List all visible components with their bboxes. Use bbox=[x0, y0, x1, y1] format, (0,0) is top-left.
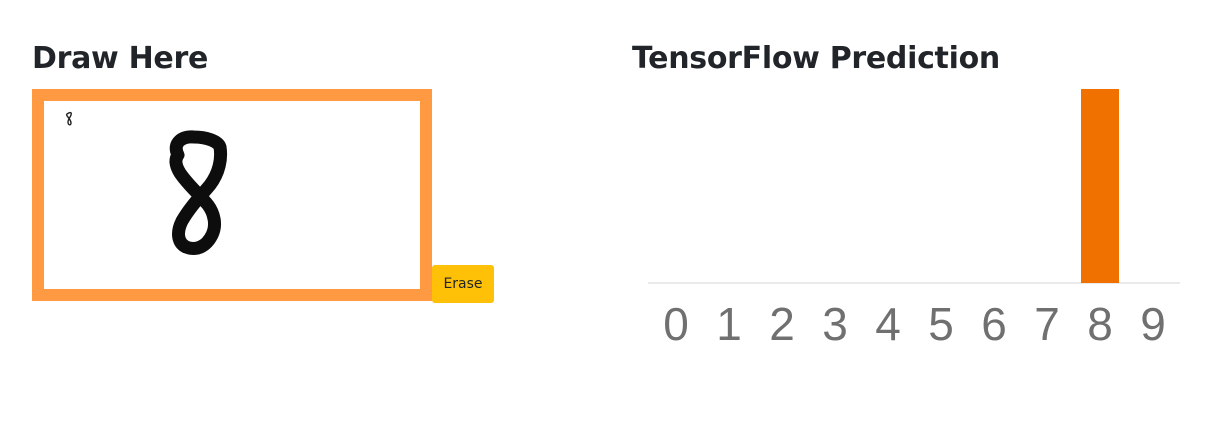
prediction-chart: 0123456789 bbox=[648, 84, 1188, 354]
tick-label-2: 2 bbox=[769, 298, 795, 350]
tick-label-7: 7 bbox=[1034, 298, 1060, 350]
tick-label-6: 6 bbox=[981, 298, 1007, 350]
tick-label-4: 4 bbox=[875, 298, 901, 350]
tick-label-8: 8 bbox=[1087, 298, 1113, 350]
drawn-stroke bbox=[169, 130, 228, 255]
prediction-panel-title: TensorFlow Prediction bbox=[632, 41, 1000, 76]
tick-label-0: 0 bbox=[663, 298, 689, 350]
tick-label-1: 1 bbox=[716, 298, 742, 350]
thumbnail-digit bbox=[65, 111, 72, 126]
tick-label-3: 3 bbox=[822, 298, 848, 350]
tick-label-5: 5 bbox=[928, 298, 954, 350]
prediction-chart-svg: 0123456789 bbox=[648, 89, 1180, 350]
draw-panel-title: Draw Here bbox=[32, 41, 208, 76]
erase-button[interactable]: Erase bbox=[432, 265, 494, 303]
drawing-canvas[interactable] bbox=[32, 89, 432, 301]
app-page: Draw Here Erase TensorFlow Prediction 01… bbox=[0, 0, 1218, 437]
bar-8 bbox=[1081, 89, 1119, 283]
tick-label-9: 9 bbox=[1140, 298, 1166, 350]
drawing-surface[interactable] bbox=[44, 101, 420, 289]
